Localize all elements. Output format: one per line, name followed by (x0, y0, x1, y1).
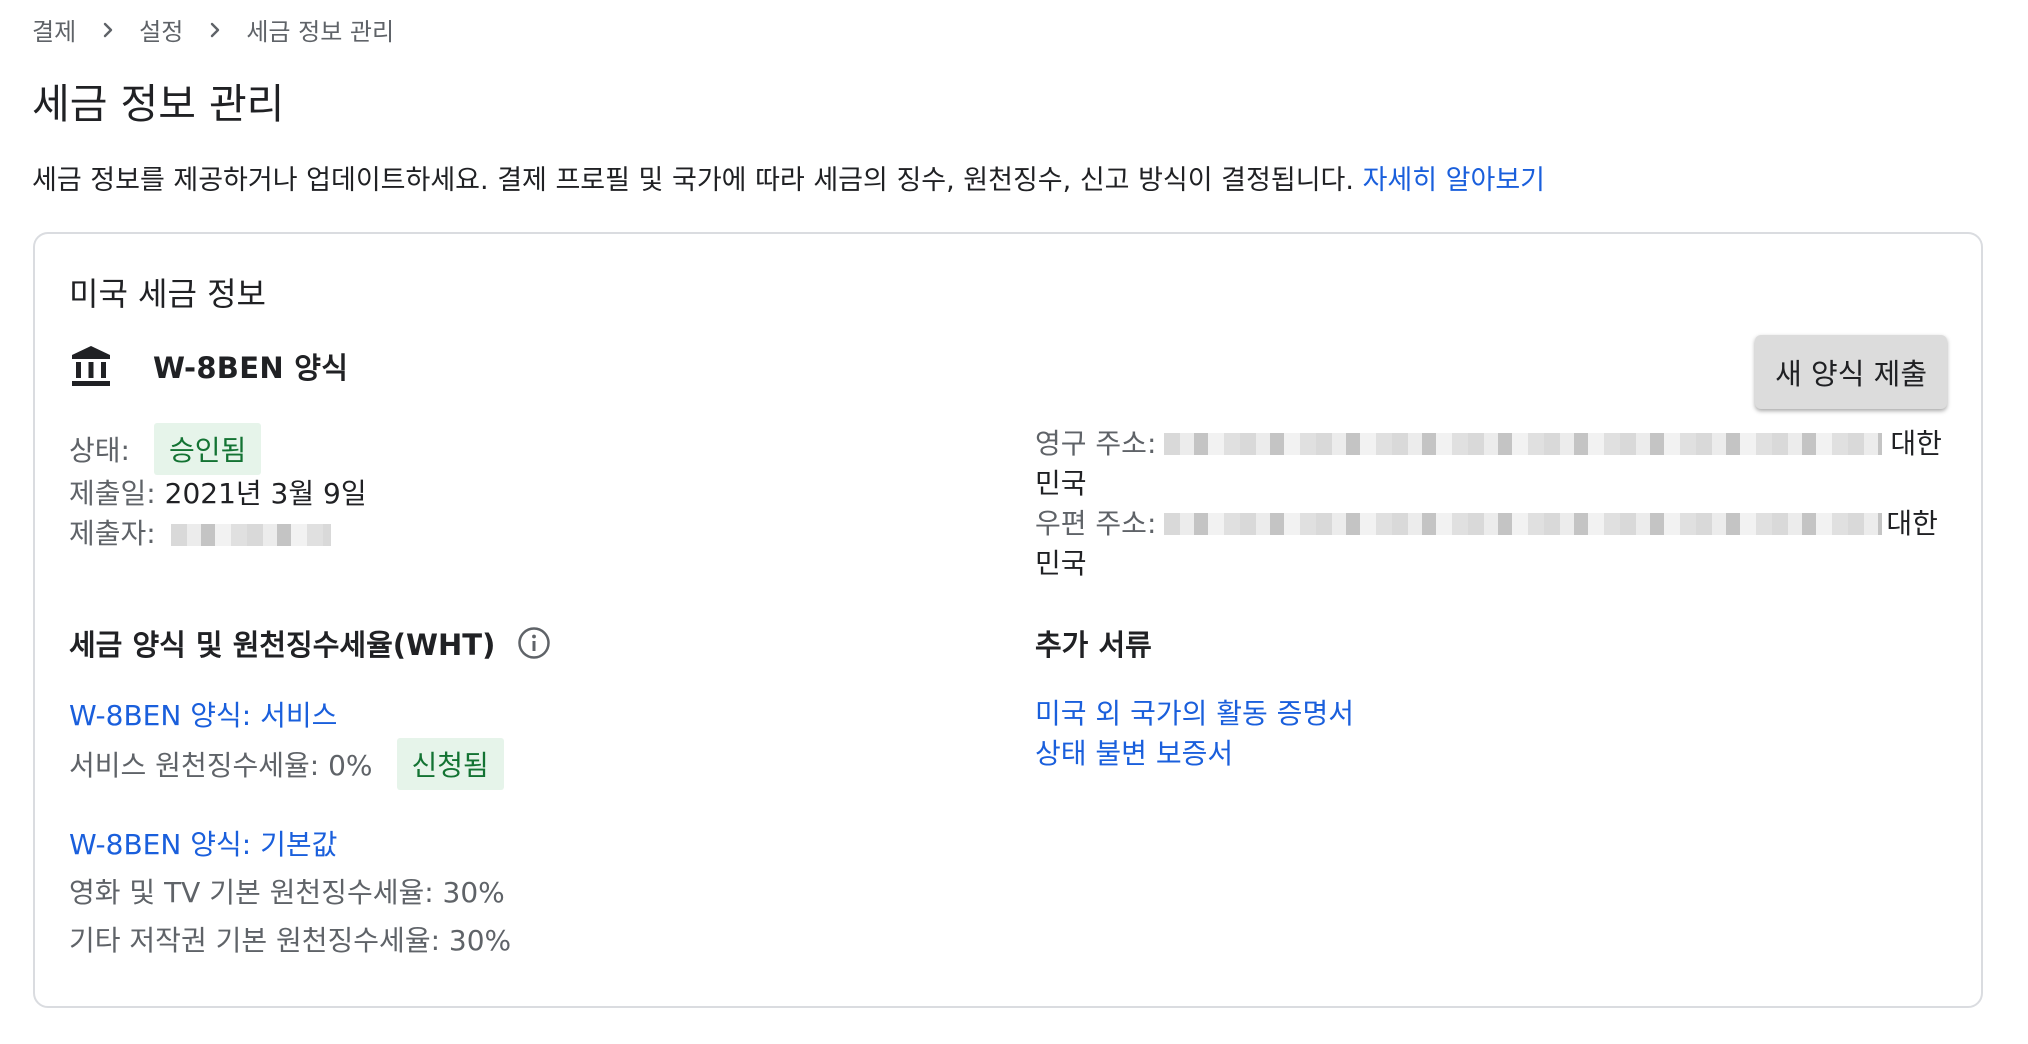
mailing-address: 우편 주소: 대한 민국 (1035, 504, 1955, 584)
permanent-address-country-2: 민국 (1035, 467, 1087, 500)
submitter-label: 제출자: (69, 517, 156, 550)
status-badge: 승인됨 (153, 423, 262, 475)
chevron-right-icon (203, 18, 227, 42)
bank-icon (69, 344, 113, 388)
chevron-right-icon (96, 18, 120, 42)
submitted-date-line: 제출일: 2021년 3월 9일 (69, 474, 367, 514)
applied-badge: 신청됨 (396, 738, 504, 790)
copyright-rate: 기타 저작권 기본 원천징수세율: 30% (69, 924, 512, 957)
form-name: W-8BEN 양식 (153, 351, 349, 385)
wht-section-title-text: 세금 양식 및 원천징수세율(WHT) (69, 628, 496, 662)
submitter-line: 제출자: (69, 514, 367, 554)
default-form-link[interactable]: W-8BEN 양식: 기본값 (69, 828, 337, 861)
submitter-redacted (170, 524, 331, 546)
form-status-block: 상태: 승인됨 제출일: 2021년 3월 9일 제출자: (69, 423, 367, 554)
us-tax-info-card: 미국 세금 정보 W-8BEN 양식 새 양식 제출 상태: 승인됨 제출일: … (33, 232, 1983, 1008)
extra-docs-list: 미국 외 국가의 활동 증명서 상태 불변 보증서 (1035, 694, 1354, 774)
mailing-address-country-2: 민국 (1035, 547, 1087, 580)
status-label: 상태: (69, 434, 130, 467)
movies-rate: 영화 및 TV 기본 원천징수세율: 30% (69, 876, 505, 909)
address-block: 영구 주소: 대한 민국 우편 주소: 대한 민국 (1035, 424, 1955, 584)
mailing-address-country-1: 대한 (1886, 507, 1938, 540)
services-form-link-wrap: W-8BEN 양식: 서비스 (69, 694, 337, 734)
permanent-address-redacted (1164, 433, 1883, 455)
services-form-link[interactable]: W-8BEN 양식: 서비스 (69, 699, 337, 732)
submit-new-form-button[interactable]: 새 양식 제출 (1755, 335, 1947, 409)
services-rate: 서비스 원천징수세율: 0% (69, 749, 373, 782)
breadcrumb-item-settings[interactable]: 설정 (139, 12, 183, 47)
extra-docs-title: 추가 서류 (1035, 628, 1152, 662)
mailing-address-label: 우편 주소: (1035, 507, 1157, 540)
breadcrumb-item-billing[interactable]: 결제 (32, 12, 76, 47)
page-title: 세금 정보 관리 (32, 80, 285, 128)
default-form-link-wrap: W-8BEN 양식: 기본값 (69, 823, 337, 863)
mailing-address-redacted (1164, 513, 1883, 535)
status-line: 상태: 승인됨 (69, 423, 367, 475)
permanent-address: 영구 주소: 대한 민국 (1035, 424, 1955, 504)
wht-section-title: 세금 양식 및 원천징수세율(WHT) (69, 622, 551, 664)
info-icon[interactable] (495, 626, 551, 660)
breadcrumb: 결제 설정 세금 정보 관리 (32, 12, 394, 47)
submitted-date-label: 제출일: (69, 477, 156, 510)
residency-certificate-link[interactable]: 미국 외 국가의 활동 증명서 (1035, 697, 1354, 730)
permanent-address-country-1: 대한 (1890, 427, 1942, 460)
breadcrumb-item-current: 세금 정보 관리 (246, 18, 395, 46)
permanent-address-label: 영구 주소: (1035, 427, 1157, 460)
card-title: 미국 세금 정보 (69, 275, 266, 313)
status-unchanged-guarantee-link[interactable]: 상태 불변 보증서 (1035, 737, 1233, 770)
description-text: 세금 정보를 제공하거나 업데이트하세요. 결제 프로필 및 국가에 따라 세금… (32, 165, 1354, 196)
learn-more-link[interactable]: 자세히 알아보기 (1363, 165, 1545, 196)
page-description: 세금 정보를 제공하거나 업데이트하세요. 결제 프로필 및 국가에 따라 세금… (32, 158, 1545, 197)
submitted-date-value: 2021년 3월 9일 (164, 477, 367, 510)
services-rate-line: 서비스 원천징수세율: 0% 신청됨 (69, 738, 504, 790)
form-header: W-8BEN 양식 (69, 344, 348, 388)
